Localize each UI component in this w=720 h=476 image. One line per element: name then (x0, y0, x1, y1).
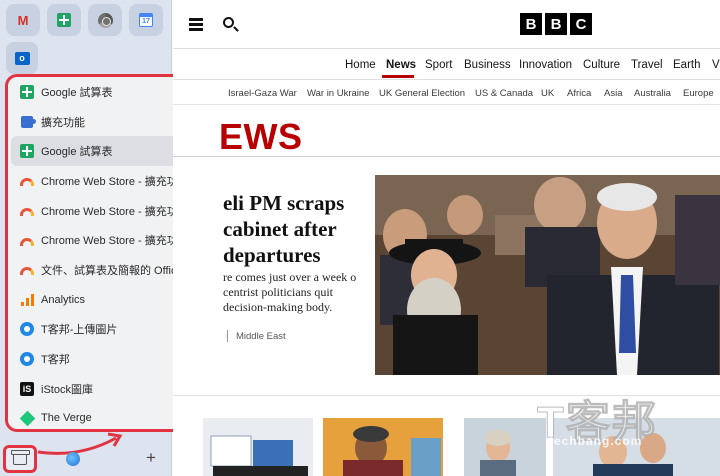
nav-business[interactable]: Business (464, 59, 511, 71)
subnav-asia[interactable]: Asia (604, 88, 622, 99)
subnav-europe[interactable]: Europe (683, 88, 714, 99)
logo-letter: B (520, 13, 542, 35)
menu-icon[interactable] (189, 18, 203, 31)
nav-home[interactable]: Home (345, 59, 376, 71)
thumbnail-image (464, 418, 546, 476)
chrome-web-store-icon (97, 12, 113, 28)
divider (173, 79, 720, 80)
chrome-web-store-icon (20, 178, 34, 187)
tab-label: Google 試算表 (41, 146, 113, 159)
tab-label: The Verge (41, 412, 92, 425)
analytics-icon (20, 293, 34, 306)
logo-letter: C (570, 13, 592, 35)
pinned-tab-gmail[interactable]: M (6, 4, 40, 36)
subnav-uk-election[interactable]: UK General Election (379, 88, 465, 99)
chrome-web-store-icon (20, 237, 34, 246)
extension-puzzle-icon (21, 115, 36, 128)
section-heading: EWS (219, 116, 303, 157)
tab-label: Analytics (41, 293, 86, 306)
lead-photo-illustration (375, 175, 720, 375)
tab-label: Chrome Web Store - 擴充功能 (41, 205, 189, 218)
lead-story-summary: re comes just over a week o centrist pol… (223, 270, 357, 314)
subnav-us-canada[interactable]: US & Canada (475, 88, 533, 99)
chrome-web-store-icon (20, 208, 34, 217)
nav-active-indicator (382, 75, 414, 78)
browser-sidebar: M 17 o Google 試算表 擴充功能 Google 試算表 Chrome… (0, 0, 222, 476)
divider (173, 156, 720, 157)
thumbnail-image (323, 418, 443, 476)
techbang-icon (20, 322, 34, 337)
annotation-arrow (37, 432, 123, 455)
nav-news[interactable]: News (386, 59, 416, 71)
story-tag[interactable]: Middle East (236, 331, 286, 342)
google-calendar-icon: 17 (139, 13, 153, 27)
lead-story-headline[interactable]: eli PM scraps cabinet after departures (223, 190, 373, 268)
bbc-logo[interactable]: B B C (520, 13, 592, 35)
subnav-uk[interactable]: UK (541, 88, 554, 99)
pinned-tabs-row-2: o (6, 42, 38, 74)
nav-innovation[interactable]: Innovation (519, 59, 572, 71)
nav-sport[interactable]: Sport (425, 59, 453, 71)
tab-label: Chrome Web Store - 擴充功能 (41, 175, 189, 188)
pinned-tab-outlook[interactable]: o (6, 42, 38, 74)
story-thumbnail[interactable] (464, 418, 546, 476)
nav-travel[interactable]: Travel (631, 59, 663, 71)
nav-culture[interactable]: Culture (583, 59, 620, 71)
tab-label: T客邦-上傳圖片 (41, 324, 118, 337)
tab-label: Google 試算表 (41, 86, 113, 99)
divider (173, 48, 720, 49)
google-sheets-icon (57, 13, 71, 27)
pinned-tab-google-calendar[interactable]: 17 (129, 4, 163, 36)
story-thumbnail[interactable] (323, 418, 443, 476)
pinned-tabs-row: M 17 (6, 4, 163, 36)
subnav-africa[interactable]: Africa (567, 88, 591, 99)
divider (173, 104, 720, 105)
subnav-ukraine[interactable]: War in Ukraine (307, 88, 369, 99)
gmail-icon: M (17, 12, 29, 28)
logo-letter: B (545, 13, 567, 35)
subnav-australia[interactable]: Australia (634, 88, 671, 99)
lead-story-photo[interactable] (375, 175, 720, 375)
tab-label: 擴充功能 (41, 116, 85, 129)
tab-label: T客邦 (41, 354, 70, 367)
story-thumbnail[interactable] (203, 418, 313, 476)
google-sheets-icon (20, 84, 34, 99)
subnav-israel-gaza[interactable]: Israel-Gaza War (228, 88, 297, 99)
pinned-tab-google-sheets[interactable] (47, 4, 81, 36)
watermark-url: techbang.com (549, 434, 643, 448)
nav-earth[interactable]: Earth (673, 59, 701, 71)
thumbnail-image (203, 418, 313, 476)
tab-label: Chrome Web Store - 擴充功能 (41, 235, 189, 248)
main-nav: Home News Sport Business Innovation Cult… (173, 57, 720, 77)
tab-label: iStock圖庫 (41, 383, 93, 396)
pinned-tab-chrome-web-store[interactable] (88, 4, 122, 36)
nav-video[interactable]: V (712, 59, 720, 71)
istock-icon: iS (20, 381, 34, 396)
outlook-icon: o (14, 51, 30, 65)
archived-tabs-button[interactable] (3, 445, 37, 473)
chrome-web-store-icon (20, 267, 34, 276)
search-icon[interactable] (223, 17, 234, 28)
webpage-content: B B C Home News Sport Business Innovatio… (173, 0, 720, 476)
divider (227, 330, 228, 342)
google-sheets-icon (20, 144, 34, 159)
the-verge-icon (19, 410, 35, 427)
archive-icon (11, 450, 30, 465)
new-tab-button[interactable]: + (146, 448, 156, 468)
globe-icon[interactable] (66, 452, 80, 466)
techbang-icon (20, 352, 34, 367)
